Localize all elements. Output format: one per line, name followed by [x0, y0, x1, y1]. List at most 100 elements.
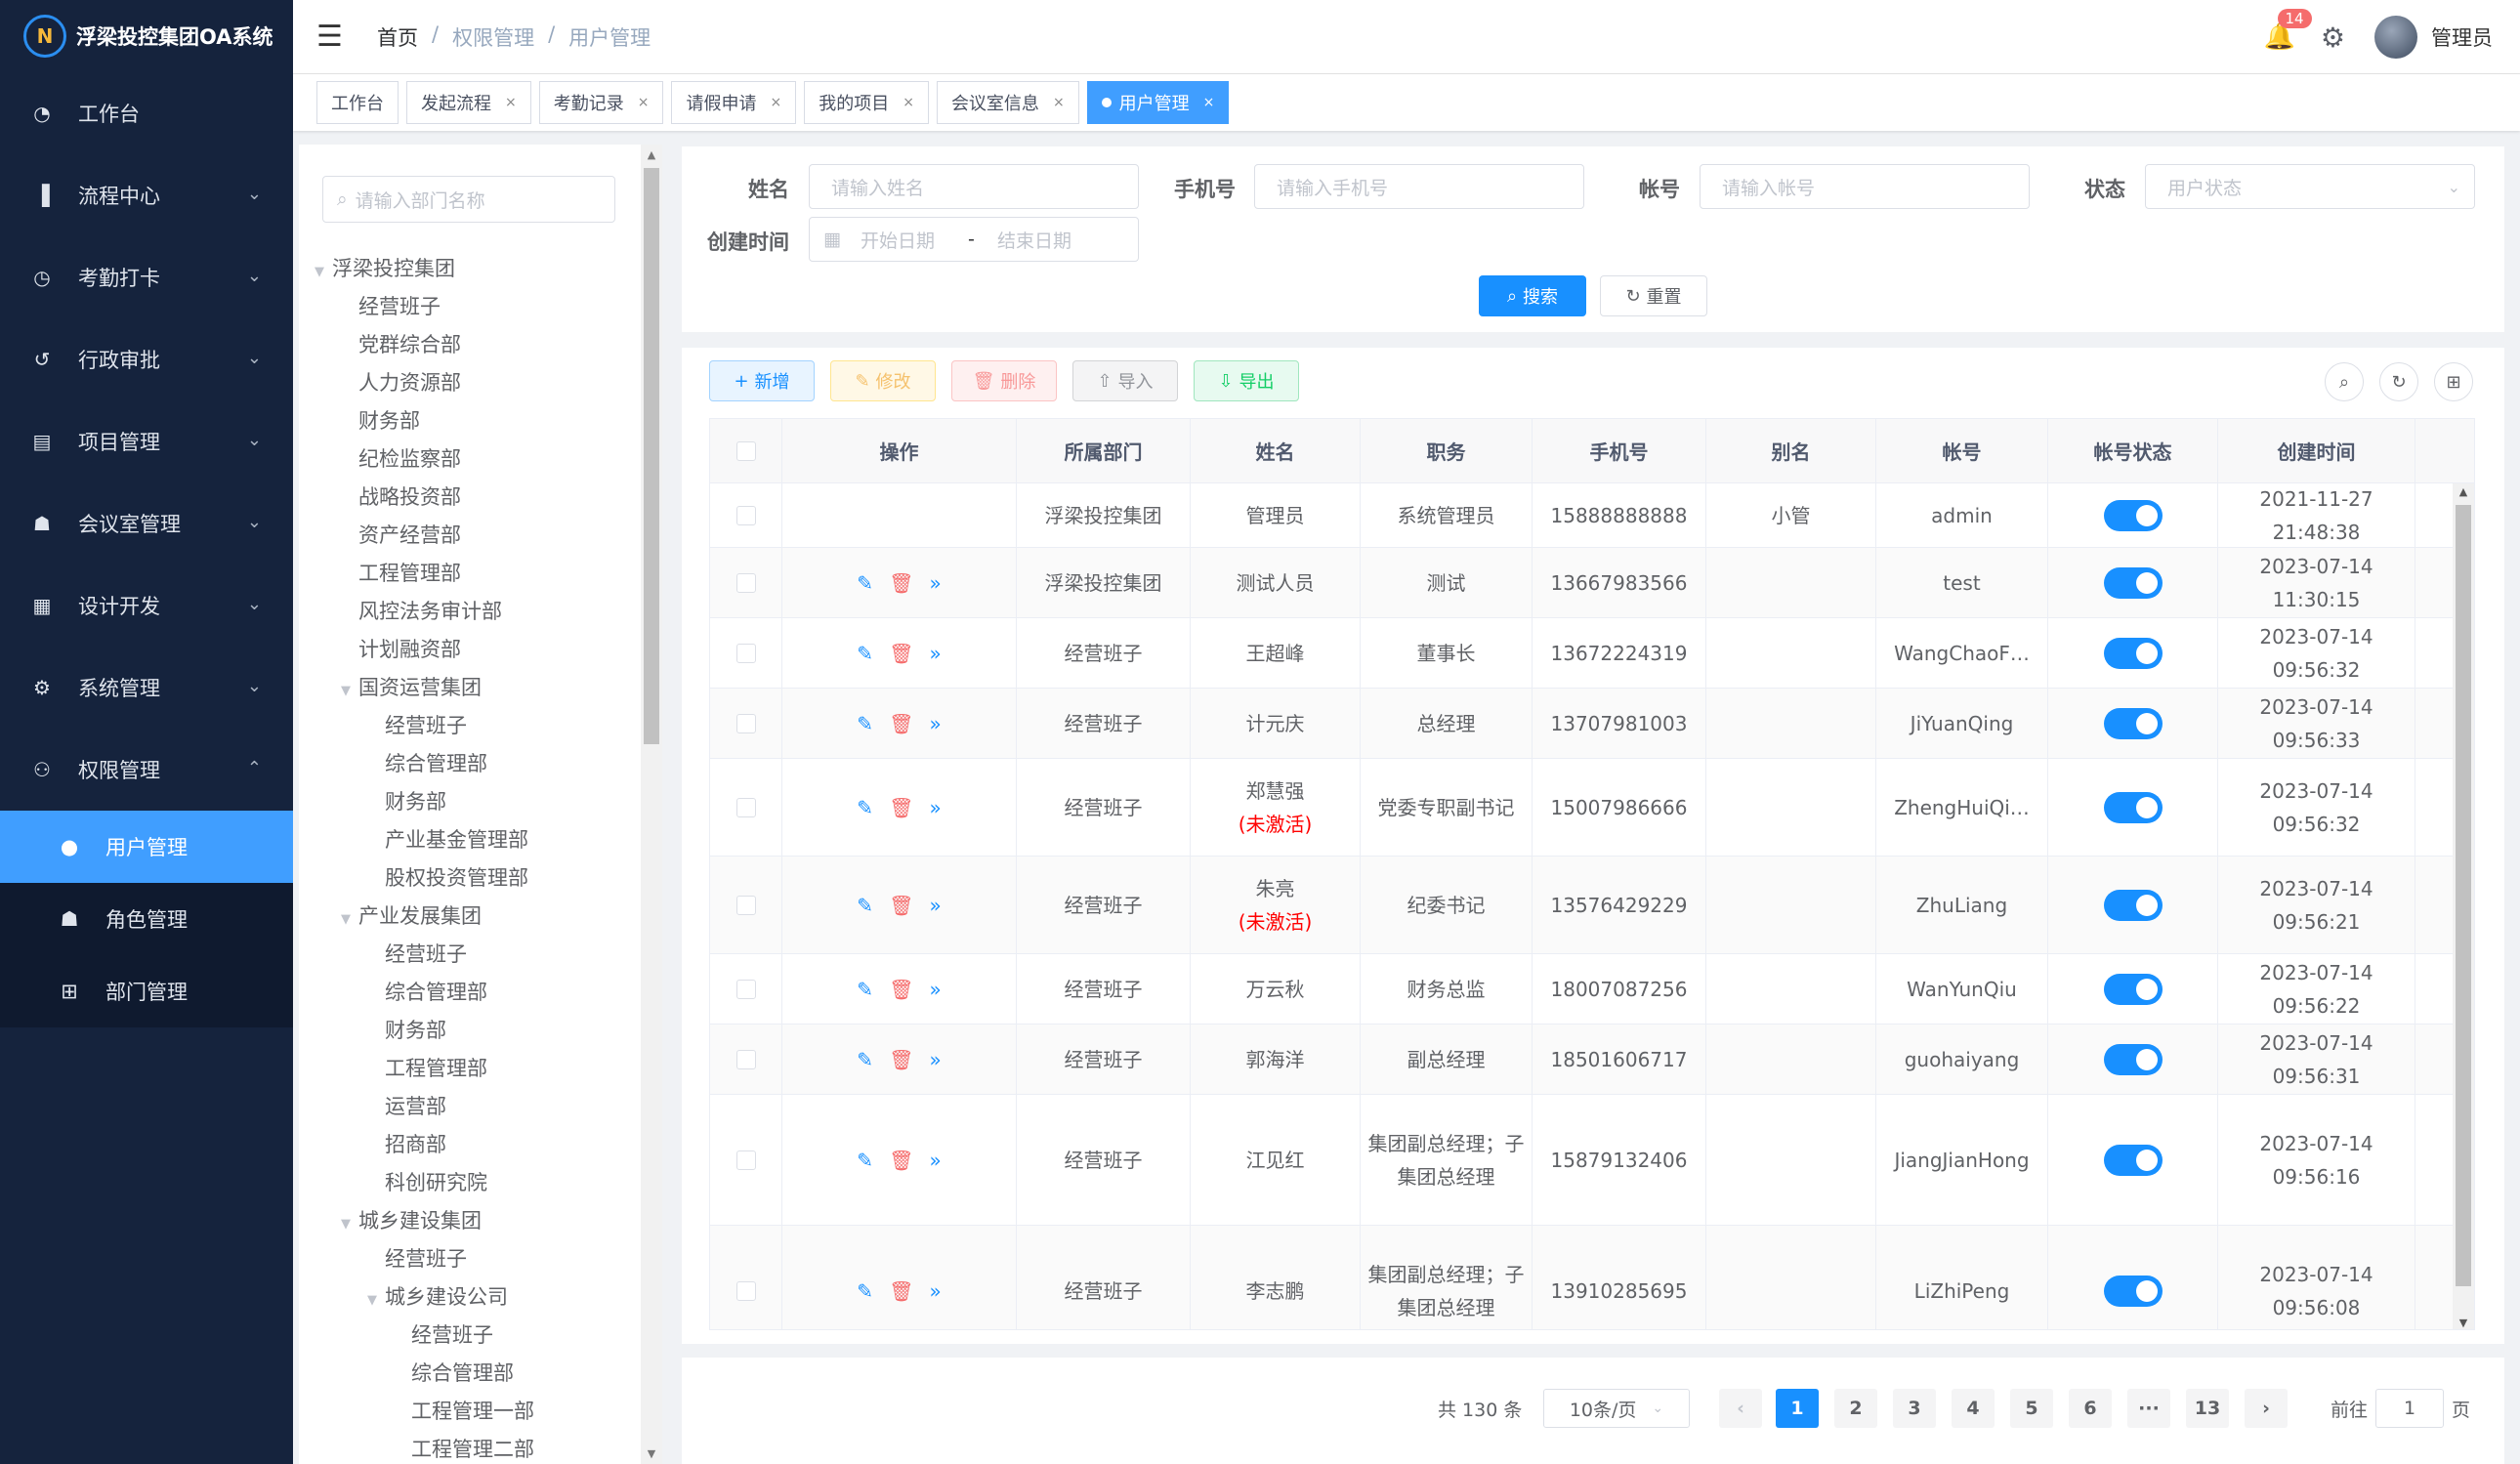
table-row[interactable]: ✎ 🗑 » 经营班子 郑慧强 (未激活) 党委专职副书记 15007986666 ZhengHu…: [710, 759, 2474, 857]
breadcrumb-permission[interactable]: 权限管理: [452, 22, 534, 52]
table-row[interactable]: ✎ 🗑 » 经营班子 朱亮 (未激活) 纪委书记 13576429229 ZhuLiang 202…: [710, 857, 2474, 954]
edit-icon[interactable]: ✎: [857, 1275, 873, 1308]
table-row[interactable]: ✎ 🗑 » 经营班子 李志鹏 集团副总经理；子集团总经理 13910285695 LiZhiP…: [710, 1226, 2474, 1329]
tree-node[interactable]: 人力资源部: [299, 364, 643, 402]
row-checkbox[interactable]: [735, 1280, 756, 1301]
export-button[interactable]: ⇩ 导出: [1194, 360, 1299, 401]
tree-node[interactable]: 经营班子: [299, 288, 643, 326]
double-chevron-right-icon[interactable]: »: [929, 889, 941, 922]
column-header[interactable]: 操作: [782, 419, 1017, 482]
tree-node[interactable]: 科创研究院: [299, 1164, 643, 1202]
row-checkbox[interactable]: [735, 1150, 756, 1170]
refresh-button[interactable]: ↻: [2379, 362, 2418, 401]
table-row[interactable]: ✎ 🗑 » 经营班子 郭海洋 副总经理 18501606717 guohaiyang 2023-…: [710, 1025, 2474, 1095]
table-scrollbar[interactable]: ▲ ▼: [2453, 483, 2474, 1329]
caret-down-icon[interactable]: ▼: [333, 672, 358, 710]
tree-node[interactable]: 产业基金管理部: [299, 821, 643, 859]
trash-icon[interactable]: 🗑: [889, 1275, 913, 1308]
tree-scrollbar[interactable]: ▲ ▼: [641, 145, 662, 1464]
tree-node[interactable]: 工程管理部: [299, 1050, 643, 1088]
table-row[interactable]: ✎ 🗑 » 经营班子 万云秋 财务总监 18007087256 WanYunQiu 2023-0…: [710, 954, 2474, 1025]
scrollbar-thumb[interactable]: [2456, 505, 2471, 1286]
sidebar-item-3[interactable]: ↺ 行政审批 ⌄: [0, 318, 293, 400]
scroll-down-icon[interactable]: ▼: [2453, 1317, 2474, 1329]
scroll-up-icon[interactable]: ▲: [2453, 485, 2474, 498]
table-row[interactable]: 浮梁投控集团 管理员 系统管理员 15888888888 小管 admin 2021-11-…: [710, 483, 2474, 548]
double-chevron-right-icon[interactable]: »: [929, 707, 941, 740]
tab-2[interactable]: 考勤记录 ×: [538, 81, 664, 124]
status-toggle[interactable]: [2103, 566, 2163, 599]
close-icon[interactable]: ×: [1203, 95, 1215, 110]
sidebar-item-8[interactable]: ⚇ 权限管理 ⌃: [0, 729, 293, 811]
trash-icon[interactable]: 🗑: [889, 707, 913, 740]
column-header[interactable]: 帐号: [1876, 419, 2048, 482]
tab-4[interactable]: 我的项目 ×: [804, 81, 929, 124]
tree-node[interactable]: 纪检监察部: [299, 440, 643, 479]
tree-node[interactable]: 战略投资部: [299, 479, 643, 517]
search-button[interactable]: ⌕ 搜索: [1479, 275, 1586, 316]
edit-icon[interactable]: ✎: [857, 1043, 873, 1076]
tree-node[interactable]: 综合管理部: [299, 974, 643, 1012]
tab-1[interactable]: 发起流程 ×: [406, 81, 531, 124]
edit-icon[interactable]: ✎: [857, 637, 873, 670]
close-icon[interactable]: ×: [1053, 95, 1065, 110]
sidebar-item-0[interactable]: ◔ 工作台: [0, 72, 293, 154]
scroll-down-icon[interactable]: ▼: [641, 1447, 662, 1460]
double-chevron-right-icon[interactable]: »: [929, 1043, 941, 1076]
row-checkbox[interactable]: [735, 1049, 756, 1069]
close-icon[interactable]: ×: [903, 95, 914, 110]
import-button[interactable]: ⇧ 导入: [1072, 360, 1178, 401]
goto-page-input[interactable]: 1: [2375, 1389, 2444, 1428]
sidebar-item-7[interactable]: ⚙ 系统管理 ⌄: [0, 647, 293, 729]
next-page-button[interactable]: ›: [2245, 1389, 2288, 1428]
breadcrumb-home[interactable]: 首页: [377, 22, 418, 52]
edit-icon[interactable]: ✎: [857, 1144, 873, 1177]
double-chevron-right-icon[interactable]: »: [929, 637, 941, 670]
page-button[interactable]: 13: [2186, 1389, 2229, 1428]
notification-bell-icon[interactable]: 🔔 14: [2264, 9, 2312, 52]
sidebar-subitem-2[interactable]: ⊞ 部门管理: [0, 955, 293, 1027]
status-select[interactable]: 用户状态 ⌄: [2145, 164, 2475, 209]
tree-node[interactable]: ▼ 城乡建设集团: [299, 1202, 643, 1240]
tree-node[interactable]: ▼ 产业发展集团: [299, 898, 643, 936]
status-toggle[interactable]: [2103, 973, 2163, 1005]
edit-icon[interactable]: ✎: [857, 791, 873, 824]
edit-button[interactable]: ✎ 修改: [830, 360, 936, 401]
settings-gear-icon[interactable]: ⚙: [2321, 21, 2345, 54]
row-checkbox[interactable]: [735, 505, 756, 525]
trash-icon[interactable]: 🗑: [889, 889, 913, 922]
date-range-picker[interactable]: ▦ 开始日期 - 结束日期: [809, 217, 1139, 262]
avatar[interactable]: [2374, 16, 2417, 59]
tree-node[interactable]: 党群综合部: [299, 326, 643, 364]
sidebar-item-5[interactable]: ☗ 会议室管理 ⌄: [0, 482, 293, 565]
add-button[interactable]: + 新增: [709, 360, 815, 401]
page-button[interactable]: 6: [2069, 1389, 2112, 1428]
phone-input[interactable]: 请输入手机号: [1254, 164, 1584, 209]
prev-page-button[interactable]: ‹: [1719, 1389, 1762, 1428]
tree-node[interactable]: 工程管理部: [299, 555, 643, 593]
tree-node[interactable]: 财务部: [299, 1012, 643, 1050]
trash-icon[interactable]: 🗑: [889, 637, 913, 670]
toggle-search-button[interactable]: ⌕: [2325, 362, 2364, 401]
status-toggle[interactable]: [2103, 1144, 2163, 1176]
double-chevron-right-icon[interactable]: »: [929, 973, 941, 1006]
caret-down-icon[interactable]: ▼: [333, 900, 358, 939]
dept-search-input[interactable]: ⌕ 请输入部门名称: [322, 176, 615, 223]
select-all-checkbox[interactable]: [735, 440, 756, 461]
status-toggle[interactable]: [2103, 499, 2163, 531]
sidebar-item-1[interactable]: ▐ 流程中心 ⌄: [0, 154, 293, 236]
sidebar-subitem-0[interactable]: ● 用户管理: [0, 811, 293, 883]
sidebar-item-4[interactable]: ▤ 项目管理 ⌄: [0, 400, 293, 482]
tree-node[interactable]: 招商部: [299, 1126, 643, 1164]
trash-icon[interactable]: 🗑: [889, 566, 913, 600]
tree-node[interactable]: 股权投资管理部: [299, 859, 643, 898]
table-row[interactable]: ✎ 🗑 » 经营班子 江见红 集团副总经理；子集团总经理 15879132406 JiangJ…: [710, 1095, 2474, 1226]
double-chevron-right-icon[interactable]: »: [929, 791, 941, 824]
tree-node[interactable]: 经营班子: [299, 707, 643, 745]
app-logo[interactable]: N 浮梁投控集团OA系统: [0, 0, 293, 72]
double-chevron-right-icon[interactable]: »: [929, 1144, 941, 1177]
sidebar-item-2[interactable]: ◷ 考勤打卡 ⌄: [0, 236, 293, 318]
column-header[interactable]: 所属部门: [1017, 419, 1191, 482]
edit-icon[interactable]: ✎: [857, 973, 873, 1006]
column-header[interactable]: 创建时间: [2218, 419, 2415, 482]
